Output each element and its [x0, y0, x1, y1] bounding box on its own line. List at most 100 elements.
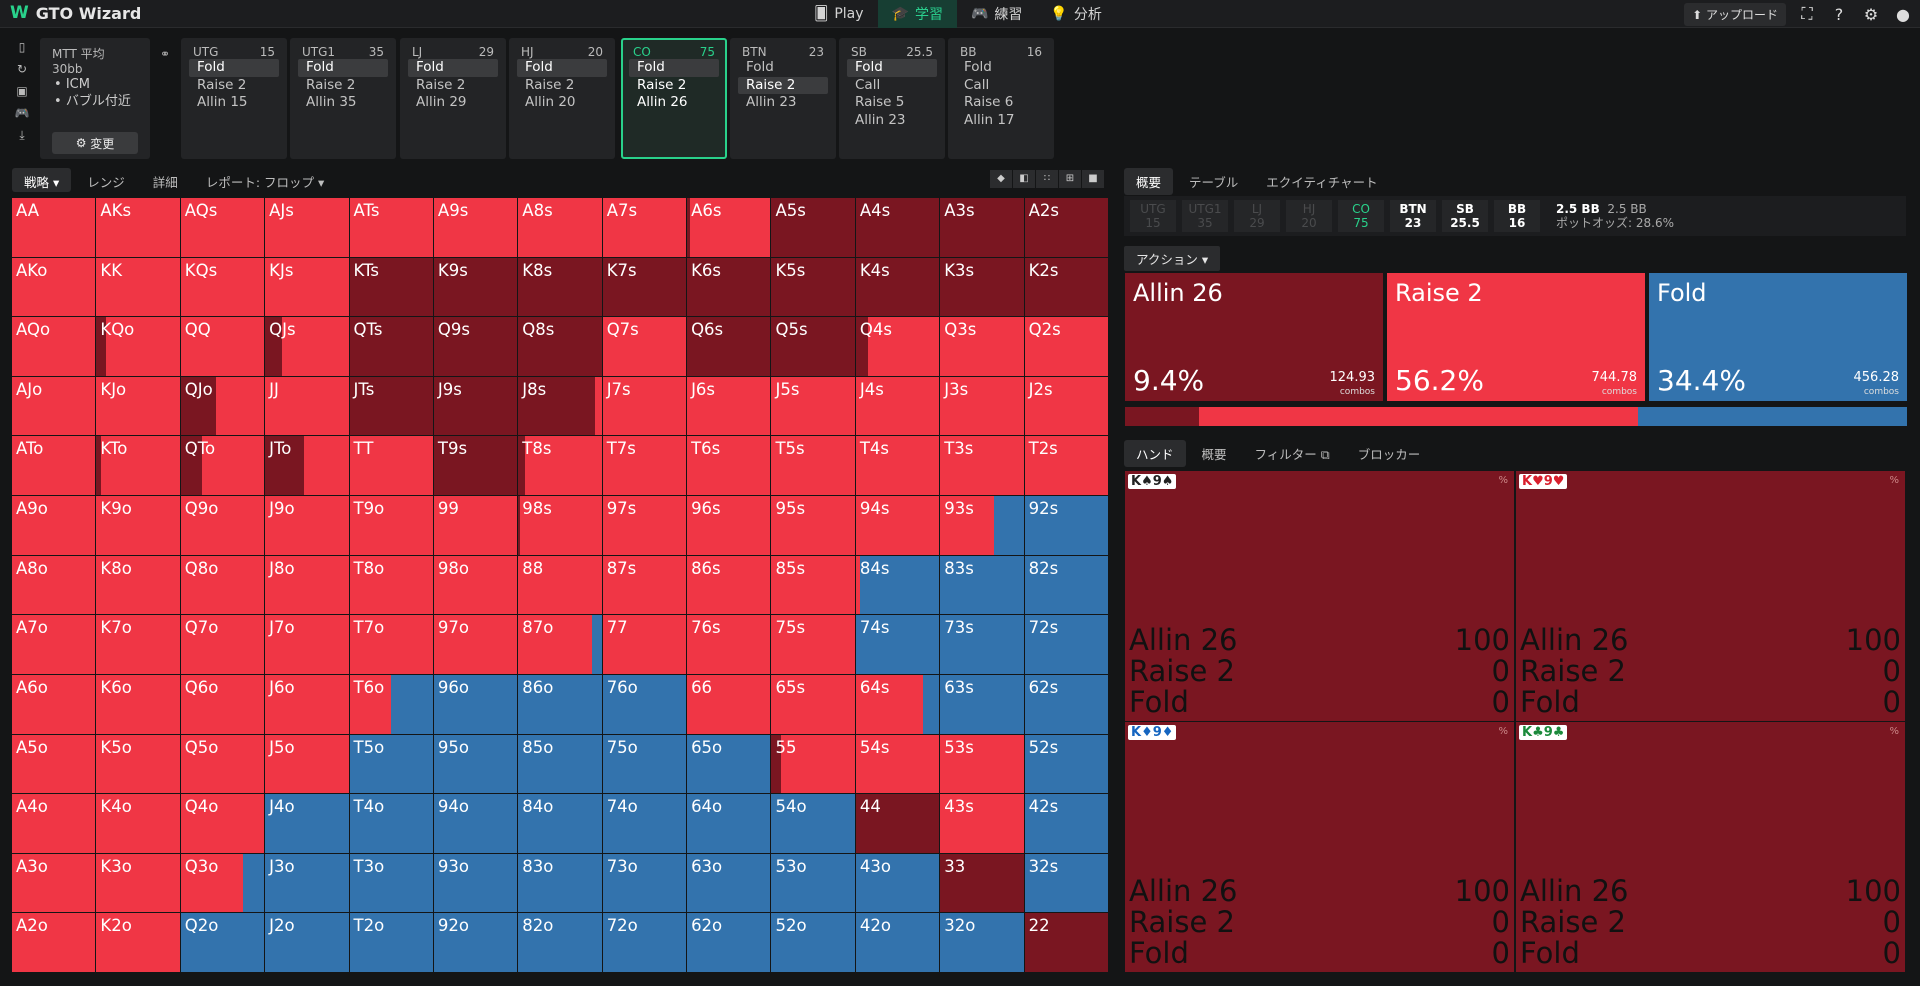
- hand-cell[interactable]: AJs: [265, 198, 349, 257]
- hand-cell[interactable]: 82o: [518, 913, 602, 972]
- hand-cell[interactable]: 72o: [602, 913, 687, 972]
- hand-cell[interactable]: 92o: [433, 913, 518, 972]
- hand-cell[interactable]: ATo: [12, 436, 96, 496]
- position-card-utg[interactable]: UTG 15 Fold Raise 2 Allin 15: [181, 38, 287, 159]
- position-action[interactable]: Raise 2: [408, 77, 498, 95]
- hand-cell[interactable]: AQs: [180, 198, 265, 257]
- hand-cell[interactable]: A6s: [687, 198, 771, 257]
- hand-cell[interactable]: KK: [96, 257, 180, 317]
- hand-cell[interactable]: Q5o: [180, 734, 265, 794]
- hand-cell[interactable]: KJo: [96, 376, 180, 436]
- position-action[interactable]: Raise 2: [517, 77, 607, 95]
- hand-cell[interactable]: Q7o: [180, 615, 265, 674]
- position-action[interactable]: Allin 23: [738, 94, 828, 112]
- hand-cell[interactable]: 72s: [1024, 615, 1108, 674]
- hand-cell[interactable]: J6s: [687, 376, 771, 436]
- hand-cell[interactable]: 96s: [687, 496, 771, 555]
- hand-cell[interactable]: 65o: [687, 734, 771, 794]
- square-icon[interactable]: ■: [1082, 170, 1104, 188]
- hand-cell[interactable]: T5o: [349, 734, 433, 794]
- hand-cell[interactable]: KQs: [180, 257, 265, 317]
- help-icon[interactable]: ?: [1828, 5, 1850, 24]
- hand-cell[interactable]: T7s: [602, 436, 687, 496]
- download-icon[interactable]: ⤓: [19, 128, 24, 143]
- hand-cell[interactable]: K4o: [96, 794, 180, 853]
- hand-cell[interactable]: K7s: [602, 257, 687, 317]
- hand-cell[interactable]: 63o: [687, 853, 771, 913]
- nav-study[interactable]: 🎓 学習: [877, 0, 957, 28]
- hand-cell[interactable]: QJs: [265, 317, 349, 376]
- hand-cell[interactable]: 75o: [602, 734, 687, 794]
- hand-cell[interactable]: AKs: [96, 198, 180, 257]
- hand-cell[interactable]: Q4o: [180, 794, 265, 853]
- hand-cell[interactable]: K9o: [96, 496, 180, 555]
- position-card-btn[interactable]: BTN 23 Fold Raise 2 Allin 23: [730, 38, 836, 159]
- hand-cell[interactable]: 75s: [771, 615, 855, 674]
- hand-cell[interactable]: 87o: [518, 615, 602, 674]
- hand-cell[interactable]: 73o: [602, 853, 687, 913]
- position-action[interactable]: Raise 6: [956, 94, 1046, 112]
- hand-cell[interactable]: 62s: [1024, 674, 1108, 734]
- position-action[interactable]: Raise 2: [629, 77, 719, 95]
- position-action[interactable]: Raise 2: [298, 77, 388, 95]
- position-action[interactable]: Call: [956, 77, 1046, 95]
- hand-cell[interactable]: T5s: [771, 436, 855, 496]
- action-box-fold[interactable]: Fold 34.4% 456.28 combos: [1649, 273, 1907, 401]
- hand-cell[interactable]: 87s: [602, 555, 687, 615]
- position-action[interactable]: Allin 35: [298, 94, 388, 112]
- hand-cell[interactable]: 88: [518, 555, 602, 615]
- hand-cell[interactable]: K5o: [96, 734, 180, 794]
- tab-overview[interactable]: 概要: [1124, 168, 1174, 195]
- hand-cell[interactable]: A5o: [12, 734, 96, 794]
- hand-cell[interactable]: T9s: [433, 436, 518, 496]
- hand-cell[interactable]: J5s: [771, 376, 855, 436]
- tab-filter[interactable]: フィルター ⧉: [1243, 440, 1342, 467]
- hand-cell[interactable]: JTo: [265, 436, 349, 496]
- hand-cell[interactable]: Q5s: [771, 317, 855, 376]
- percent-toggle[interactable]: %: [1498, 475, 1508, 486]
- hand-cell[interactable]: 94o: [433, 794, 518, 853]
- tab-table[interactable]: テーブル: [1177, 168, 1250, 195]
- position-card-utg1[interactable]: UTG1 35 Fold Raise 2 Allin 35: [290, 38, 396, 159]
- hand-cell[interactable]: KTs: [349, 257, 433, 317]
- position-card-co[interactable]: CO 75 Fold Raise 2 Allin 26: [621, 38, 727, 159]
- hand-cell[interactable]: T3o: [349, 853, 433, 913]
- hand-cell[interactable]: 76s: [687, 615, 771, 674]
- hand-cell[interactable]: J2o: [265, 913, 349, 972]
- hand-cell[interactable]: AQo: [12, 317, 96, 376]
- hand-cell[interactable]: Q2o: [180, 913, 265, 972]
- hand-cell[interactable]: 97o: [433, 615, 518, 674]
- hand-cell[interactable]: 42o: [855, 913, 940, 972]
- hand-cell[interactable]: 94s: [855, 496, 940, 555]
- hand-cell[interactable]: 33: [940, 853, 1024, 913]
- hand-cell[interactable]: A4s: [855, 198, 940, 257]
- hand-cell[interactable]: T9o: [349, 496, 433, 555]
- tab-report[interactable]: レポート: フロップ ▾: [194, 168, 336, 192]
- position-action[interactable]: Fold: [738, 59, 828, 77]
- hand-cell[interactable]: 92s: [1024, 496, 1108, 555]
- hand-cell[interactable]: Q6s: [687, 317, 771, 376]
- hand-cell[interactable]: 83o: [518, 853, 602, 913]
- hand-cell[interactable]: A6o: [12, 674, 96, 734]
- action-box-raise-2[interactable]: Raise 2 56.2% 744.78 combos: [1387, 273, 1645, 401]
- tab-hand-overview[interactable]: 概要: [1190, 440, 1239, 467]
- hand-cell[interactable]: T4s: [855, 436, 940, 496]
- hand-cell[interactable]: A8s: [518, 198, 602, 257]
- hand-cell[interactable]: Q8s: [518, 317, 602, 376]
- hand-cell[interactable]: AKo: [12, 257, 96, 317]
- hand-cell[interactable]: Q9s: [433, 317, 518, 376]
- hand-cell[interactable]: J7s: [602, 376, 687, 436]
- combo-card[interactable]: K♥9♥% Allin 26 100 Raise 2 0 Fold 0: [1516, 471, 1905, 721]
- hand-cell[interactable]: 93o: [433, 853, 518, 913]
- hand-cell[interactable]: 85s: [771, 555, 855, 615]
- bookmark-icon[interactable]: ▯: [19, 40, 26, 54]
- link-icon[interactable]: ⚭: [160, 47, 170, 61]
- combo-card[interactable]: K♠9♠% Allin 26 100 Raise 2 0 Fold 0: [1125, 471, 1514, 721]
- combo-card[interactable]: K♦9♦% Allin 26 100 Raise 2 0 Fold 0: [1125, 722, 1514, 972]
- hand-cell[interactable]: 86o: [518, 674, 602, 734]
- reset-icon[interactable]: ↻: [17, 62, 27, 76]
- hand-cell[interactable]: K8s: [518, 257, 602, 317]
- hand-cell[interactable]: 54o: [771, 794, 855, 853]
- hand-cell[interactable]: 55: [771, 734, 855, 794]
- tab-strategy[interactable]: 戦略 ▾: [12, 168, 72, 192]
